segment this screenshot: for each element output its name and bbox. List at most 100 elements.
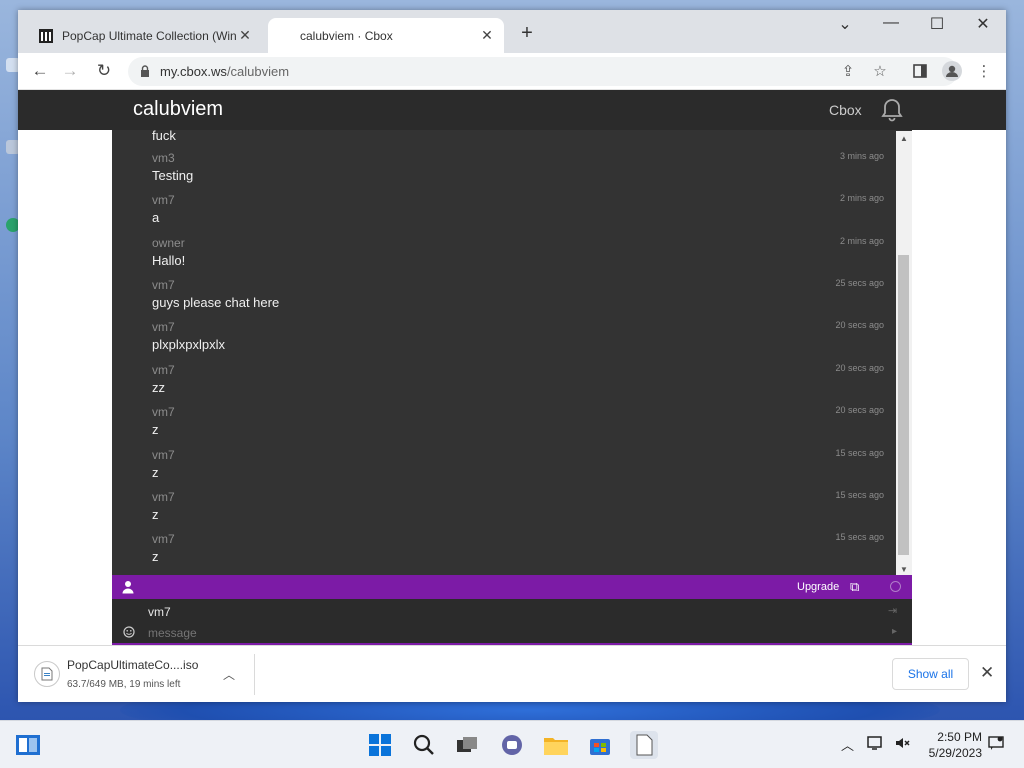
store-icon[interactable] bbox=[586, 731, 614, 759]
maximize-icon[interactable]: ☐ bbox=[922, 14, 952, 34]
widgets-icon[interactable] bbox=[14, 731, 42, 759]
message-text: z bbox=[152, 507, 159, 522]
notification-icon[interactable] bbox=[988, 735, 1004, 754]
divider bbox=[254, 654, 255, 695]
list-item: vm7 z 15 secs ago bbox=[152, 532, 884, 564]
chevron-up-tray-icon[interactable]: ︿ bbox=[841, 735, 854, 754]
message-time: 15 secs ago bbox=[835, 490, 884, 500]
clock-time: 2:50 PM bbox=[937, 730, 982, 744]
message-time: 15 secs ago bbox=[835, 448, 884, 458]
message-user[interactable]: vm7 bbox=[152, 405, 884, 419]
close-tab-icon[interactable]: ✕ bbox=[478, 27, 496, 44]
cbox-link[interactable]: Cbox bbox=[829, 102, 862, 118]
side-panel-icon[interactable] bbox=[910, 61, 930, 81]
teams-chat-icon[interactable] bbox=[498, 731, 526, 759]
message-text: Hallo! bbox=[152, 253, 186, 268]
chat-scrollbar[interactable]: ▲ ▼ bbox=[896, 131, 912, 575]
download-bar: PopCapUltimateCo....iso 63.7/649 MB, 19 … bbox=[18, 645, 1006, 702]
login-icon[interactable]: ⇥ bbox=[888, 604, 897, 617]
message-text: guys please chat here bbox=[152, 295, 280, 310]
clock-date: 5/29/2023 bbox=[928, 746, 982, 760]
bell-icon[interactable] bbox=[880, 97, 904, 123]
tab-search-icon[interactable]: ⌄ bbox=[830, 14, 860, 34]
message-user[interactable]: vm7 bbox=[152, 363, 884, 377]
list-item: vm7 plxplxpxlpxlx 20 secs ago bbox=[152, 320, 884, 352]
file-icon[interactable] bbox=[34, 661, 60, 687]
message-composer: vm7 ⇥ ▸ bbox=[112, 599, 912, 645]
chevron-up-icon[interactable]: ︿ bbox=[223, 666, 235, 683]
message-user[interactable]: vm3 bbox=[152, 151, 884, 165]
list-item: vm7 z 20 secs ago bbox=[152, 405, 884, 437]
new-tab-icon[interactable]: + bbox=[516, 22, 538, 45]
message-text: z bbox=[152, 465, 159, 480]
message-time: 3 mins ago bbox=[839, 151, 884, 161]
reload-icon[interactable]: ↻ bbox=[92, 59, 116, 83]
message-text: fuck bbox=[152, 130, 176, 143]
show-all-button[interactable]: Show all bbox=[892, 658, 969, 690]
user-icon[interactable] bbox=[122, 580, 134, 594]
forward-icon[interactable]: → bbox=[58, 59, 82, 83]
message-text: a bbox=[152, 210, 160, 225]
bookmark-star-icon[interactable]: ☆ bbox=[870, 61, 890, 81]
taskbar: ︿ 2:50 PM 5/29/2023 bbox=[0, 720, 1024, 768]
message-input[interactable] bbox=[148, 626, 848, 640]
external-link-icon[interactable]: ⧉ bbox=[850, 579, 859, 595]
search-icon[interactable] bbox=[410, 731, 438, 759]
message-text: z bbox=[152, 422, 159, 437]
message-user[interactable]: vm7 bbox=[152, 448, 884, 462]
profile-avatar-icon[interactable] bbox=[942, 61, 962, 81]
message-user[interactable]: vm7 bbox=[152, 193, 884, 207]
download-filename[interactable]: PopCapUltimateCo....iso bbox=[67, 658, 198, 672]
scroll-up-arrow-icon[interactable]: ▲ bbox=[900, 134, 908, 143]
task-view-icon[interactable] bbox=[453, 731, 481, 759]
upgrade-link[interactable]: Upgrade bbox=[797, 581, 839, 593]
tab-popcap[interactable]: PopCap Ultimate Collection (Win ✕ bbox=[26, 18, 262, 53]
volume-muted-icon[interactable] bbox=[894, 735, 910, 754]
close-icon[interactable]: ✕ bbox=[980, 663, 994, 683]
list-item: vm7 zz 20 secs ago bbox=[152, 363, 884, 395]
close-tab-icon[interactable]: ✕ bbox=[236, 27, 254, 44]
send-arrow-icon[interactable]: ▸ bbox=[892, 626, 897, 637]
cbox-action-bar: Upgrade ⧉ bbox=[112, 575, 912, 599]
close-window-icon[interactable]: ✕ bbox=[968, 14, 998, 34]
status-circle-icon[interactable] bbox=[890, 581, 901, 592]
download-status: 63.7/649 MB, 19 mins left bbox=[67, 679, 181, 690]
address-bar[interactable]: my.cbox.ws/calubviem bbox=[128, 57, 958, 86]
list-item: vm3 Testing 3 mins ago bbox=[152, 151, 884, 183]
message-time: 20 secs ago bbox=[835, 363, 884, 373]
tab-cbox[interactable]: calubviem · Cbox ✕ bbox=[268, 18, 504, 53]
message-time: 20 secs ago bbox=[835, 320, 884, 330]
scroll-down-arrow-icon[interactable]: ▼ bbox=[900, 565, 908, 574]
tab-title: PopCap Ultimate Collection (Win bbox=[62, 28, 236, 43]
page-title: calubviem bbox=[133, 98, 224, 120]
minimize-icon[interactable]: — bbox=[876, 14, 906, 32]
message-text: Testing bbox=[152, 168, 194, 183]
share-icon[interactable]: ⇪ bbox=[838, 61, 858, 81]
message-time: 2 mins ago bbox=[839, 193, 884, 203]
list-item: fuck bbox=[152, 130, 884, 143]
lock-icon bbox=[141, 65, 149, 77]
chat-messages: fuck vm3 Testing 3 mins ago vm7 a 2 mins… bbox=[112, 130, 912, 575]
clock[interactable]: 2:50 PM 5/29/2023 bbox=[918, 729, 982, 761]
list-item: vm7 z 15 secs ago bbox=[152, 490, 884, 522]
message-user[interactable]: vm7 bbox=[152, 532, 884, 546]
message-user[interactable]: vm7 bbox=[152, 490, 884, 504]
message-time: 25 secs ago bbox=[835, 278, 884, 288]
message-time: 15 secs ago bbox=[835, 532, 884, 542]
name-field[interactable]: vm7 bbox=[148, 605, 171, 619]
start-windows-icon[interactable] bbox=[366, 731, 394, 759]
document-app-icon[interactable] bbox=[630, 731, 658, 759]
back-icon[interactable]: ← bbox=[28, 59, 52, 83]
list-item: owner Hallo! 2 mins ago bbox=[152, 236, 884, 268]
message-user[interactable]: owner bbox=[152, 236, 884, 250]
page-content: calubviem Cbox fuck vm3 Testing 3 mins a… bbox=[18, 90, 1006, 645]
file-explorer-icon[interactable] bbox=[542, 731, 570, 759]
scroll-thumb[interactable] bbox=[898, 255, 909, 555]
menu-kebab-icon[interactable]: ⋮ bbox=[974, 61, 994, 81]
list-item: vm7 z 15 secs ago bbox=[152, 448, 884, 480]
smiley-icon[interactable] bbox=[123, 626, 135, 638]
network-icon[interactable] bbox=[866, 735, 886, 754]
message-user[interactable]: vm7 bbox=[152, 320, 884, 334]
message-text: plxplxpxlpxlx bbox=[152, 337, 225, 352]
message-user[interactable]: vm7 bbox=[152, 278, 884, 292]
